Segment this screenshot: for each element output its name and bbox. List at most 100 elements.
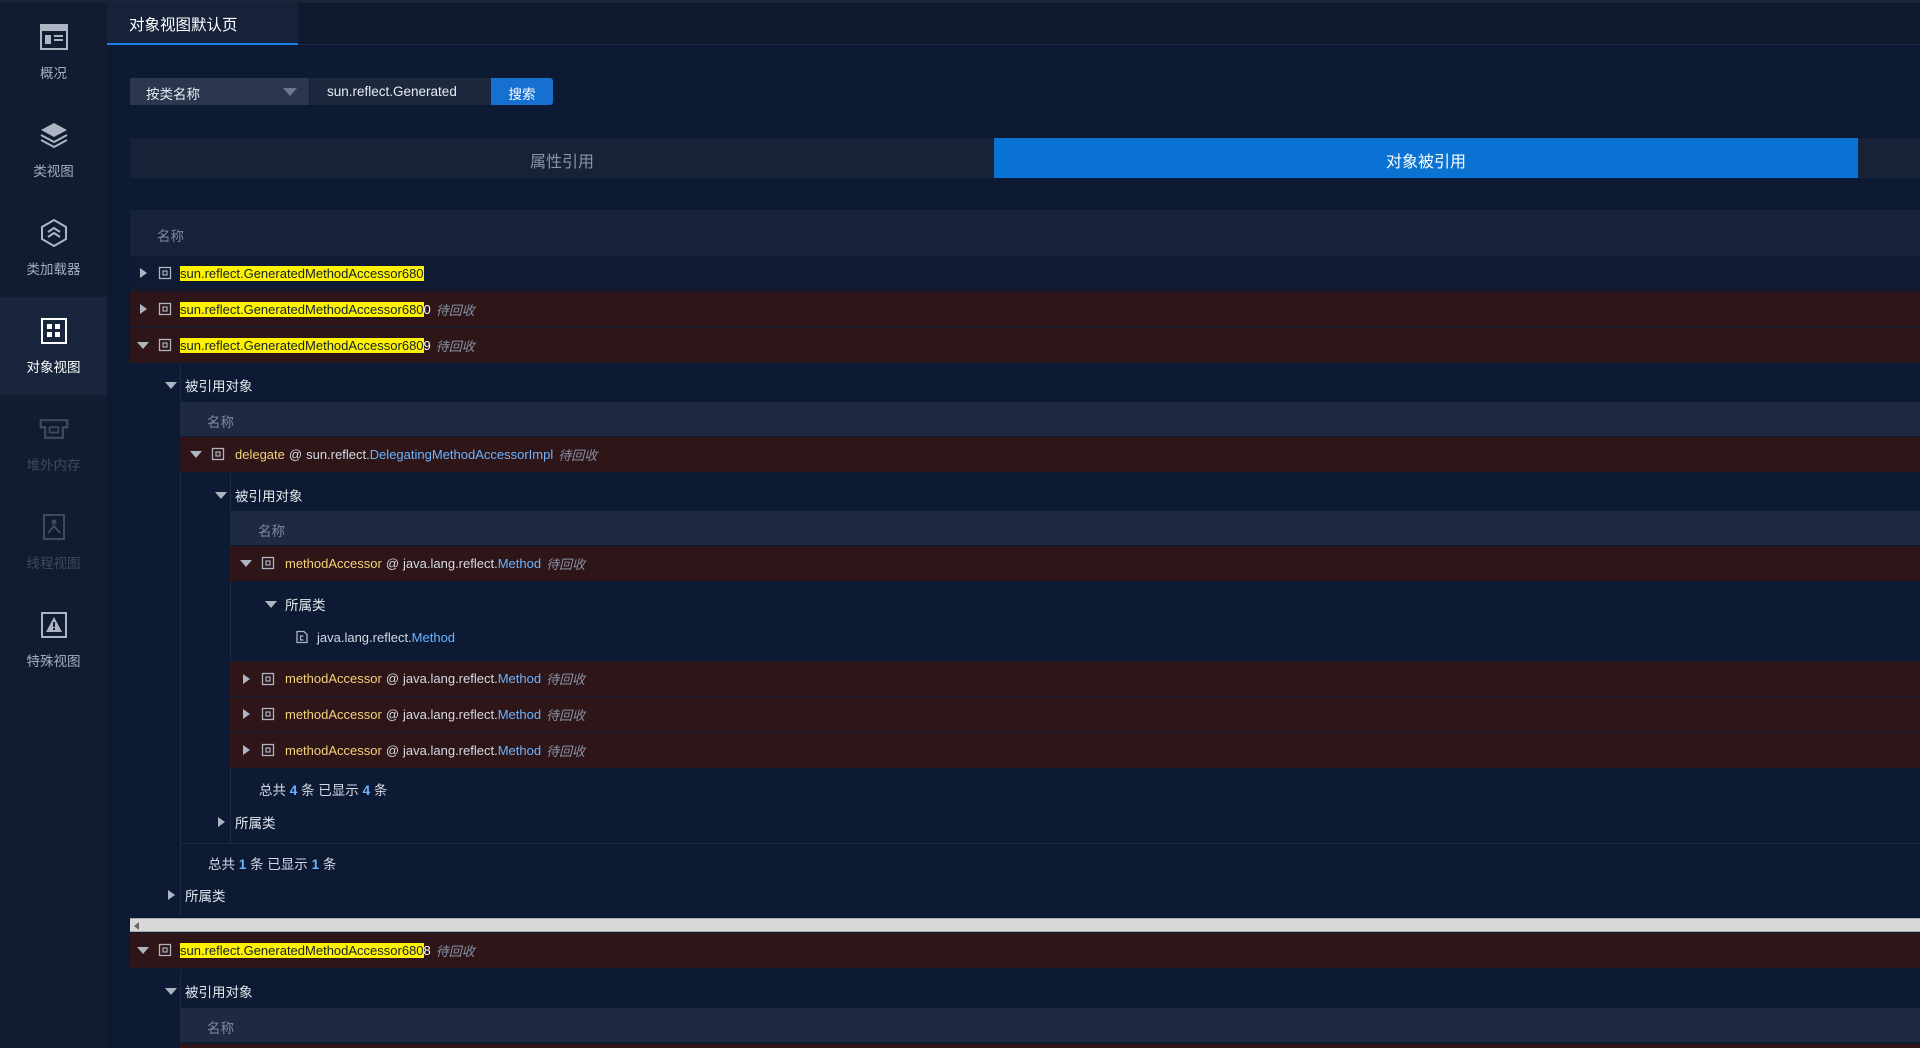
total-label: 总共 (208, 857, 235, 872)
sidebar-item-thread-view[interactable]: 线程视图 (0, 493, 107, 591)
sidebar-item-label: 堆外内存 (26, 458, 81, 473)
table-row[interactable]: methodAccessor @ java.lang.reflect. Metho… (230, 661, 1920, 696)
unit-label: 条 (322, 857, 337, 872)
shown-label: 条 已显示 (250, 857, 308, 872)
class-name-suffix: 0 (423, 301, 431, 317)
class-link[interactable]: DelegatingMethodAccessorImpl (370, 447, 554, 462)
object-icon (211, 447, 225, 461)
search-mode-select[interactable]: 按类名称 (130, 78, 310, 105)
collapse-toggle[interactable] (211, 491, 231, 499)
package-name: java.lang.reflect. (403, 706, 498, 722)
collapse-toggle[interactable] (161, 381, 181, 389)
section-owner-class[interactable]: 所属类 (261, 588, 326, 620)
search-button[interactable]: 搜索 (491, 78, 553, 105)
collapse-toggle[interactable] (132, 946, 154, 954)
sidebar-item-label: 概况 (40, 66, 67, 81)
expand-toggle[interactable] (235, 745, 257, 755)
sidebar-item-label: 类视图 (33, 164, 74, 179)
expand-toggle[interactable] (235, 673, 257, 684)
class-link[interactable]: Method (412, 630, 455, 645)
scroll-left-icon[interactable] (134, 922, 139, 930)
section-label: 所属类 (285, 598, 326, 613)
expand-toggle[interactable] (161, 890, 181, 900)
at-sign: @ (288, 446, 303, 462)
object-icon (158, 943, 172, 957)
classloader-icon (39, 218, 69, 248)
tab-object-view-default[interactable]: 对象视图默认页 (107, 3, 298, 45)
table-row[interactable]: methodAccessor @ java.lang.reflect. Metho… (230, 733, 1920, 768)
section-referenced-objects[interactable]: 被引用对象 (161, 369, 253, 401)
sidebar-item-label: 对象视图 (26, 360, 81, 375)
section-owner-class[interactable]: 所属类 (161, 879, 226, 911)
section-owner-class[interactable]: 所属类 (211, 806, 276, 838)
table-header-name: 名称 (230, 511, 1920, 545)
sidebar-item-label: 特殊视图 (26, 654, 81, 669)
section-referenced-objects[interactable]: 被引用对象 (161, 975, 253, 1007)
class-link[interactable]: Method (498, 556, 541, 571)
field-name: methodAccessor (285, 671, 382, 686)
status-pending: 待回收 (546, 743, 586, 759)
expand-toggle[interactable] (132, 304, 154, 314)
collapse-toggle[interactable] (261, 600, 281, 608)
class-link[interactable]: Method (498, 707, 541, 722)
table-row-partial (180, 1044, 1920, 1048)
class-link[interactable]: Method (498, 671, 541, 686)
owner-class-item[interactable]: java.lang.reflect. Method (291, 621, 455, 653)
search-mode-value: 按类名称 (146, 87, 200, 102)
collapse-toggle[interactable] (161, 987, 181, 995)
section-label: 所属类 (185, 889, 226, 904)
section-label: 所属类 (235, 816, 276, 831)
table-header-name: 名称 (180, 402, 1920, 436)
table-row[interactable]: sun.reflect.GeneratedMethodAccessor680 0 … (130, 292, 1920, 327)
table-header-name: 名称 (180, 1008, 1920, 1042)
field-name: delegate (235, 446, 285, 462)
status-pending: 待回收 (546, 556, 586, 572)
at-sign: @ (385, 555, 400, 571)
table-row[interactable]: sun.reflect.GeneratedMethodAccessor680 (130, 256, 1920, 291)
sidebar-item-classloader[interactable]: 类加载器 (0, 199, 107, 297)
class-name-suffix: 9 (423, 337, 431, 353)
unit-label: 条 (373, 783, 388, 798)
table-row[interactable]: methodAccessor @ java.lang.reflect. Metho… (230, 697, 1920, 732)
class-file-icon (296, 630, 308, 644)
at-sign: @ (385, 671, 400, 686)
object-icon (261, 672, 275, 685)
object-icon (261, 707, 275, 721)
offheap-memory-icon (39, 414, 69, 444)
table-row[interactable]: delegate @ sun.reflect. DelegatingMethodA… (180, 437, 1920, 472)
horizontal-scrollbar[interactable] (130, 918, 1920, 932)
tab-referenced-by[interactable]: 对象被引用 (994, 138, 1858, 178)
object-icon (158, 266, 172, 280)
sidebar-item-label: 类加载器 (26, 262, 81, 277)
class-name-match: sun.reflect.GeneratedMethodAccessor680 (180, 337, 424, 353)
table-row[interactable]: sun.reflect.GeneratedMethodAccessor680 8 … (130, 933, 1920, 968)
pagination-summary-inner: 总共 4 条 已显示 4 条 (259, 779, 387, 799)
search-input[interactable] (310, 78, 491, 105)
class-link[interactable]: Method (498, 743, 541, 758)
object-icon (261, 743, 275, 757)
sidebar-item-special-view[interactable]: 特殊视图 (0, 591, 107, 689)
table-row[interactable]: methodAccessor @ java.lang.reflect. Metho… (230, 546, 1920, 581)
thread-view-icon (39, 512, 69, 542)
sidebar-item-class-view[interactable]: 类视图 (0, 101, 107, 199)
tab-attribute-references[interactable]: 属性引用 (130, 138, 994, 178)
section-referenced-objects[interactable]: 被引用对象 (211, 479, 303, 511)
sidebar-item-overview[interactable]: 概况 (0, 3, 107, 101)
collapse-toggle[interactable] (185, 450, 207, 458)
object-icon (261, 556, 275, 570)
class-name-match: sun.reflect.GeneratedMethodAccessor680 (180, 265, 424, 281)
sidebar-item-object-view[interactable]: 对象视图 (0, 297, 107, 395)
expand-toggle[interactable] (132, 268, 154, 278)
sidebar-item-label: 线程视图 (26, 556, 81, 571)
expand-toggle[interactable] (235, 709, 257, 719)
collapse-toggle[interactable] (235, 559, 257, 567)
status-pending: 待回收 (546, 707, 586, 723)
class-name-suffix: 8 (423, 942, 431, 958)
package-name: java.lang.reflect. (403, 671, 498, 686)
table-row[interactable]: sun.reflect.GeneratedMethodAccessor680 9 … (130, 328, 1920, 363)
sidebar-item-offheap-memory[interactable]: 堆外内存 (0, 395, 107, 493)
class-name-match: sun.reflect.GeneratedMethodAccessor680 (180, 942, 424, 958)
total-label: 总共 (259, 783, 286, 798)
expand-toggle[interactable] (211, 817, 231, 827)
collapse-toggle[interactable] (132, 341, 154, 349)
